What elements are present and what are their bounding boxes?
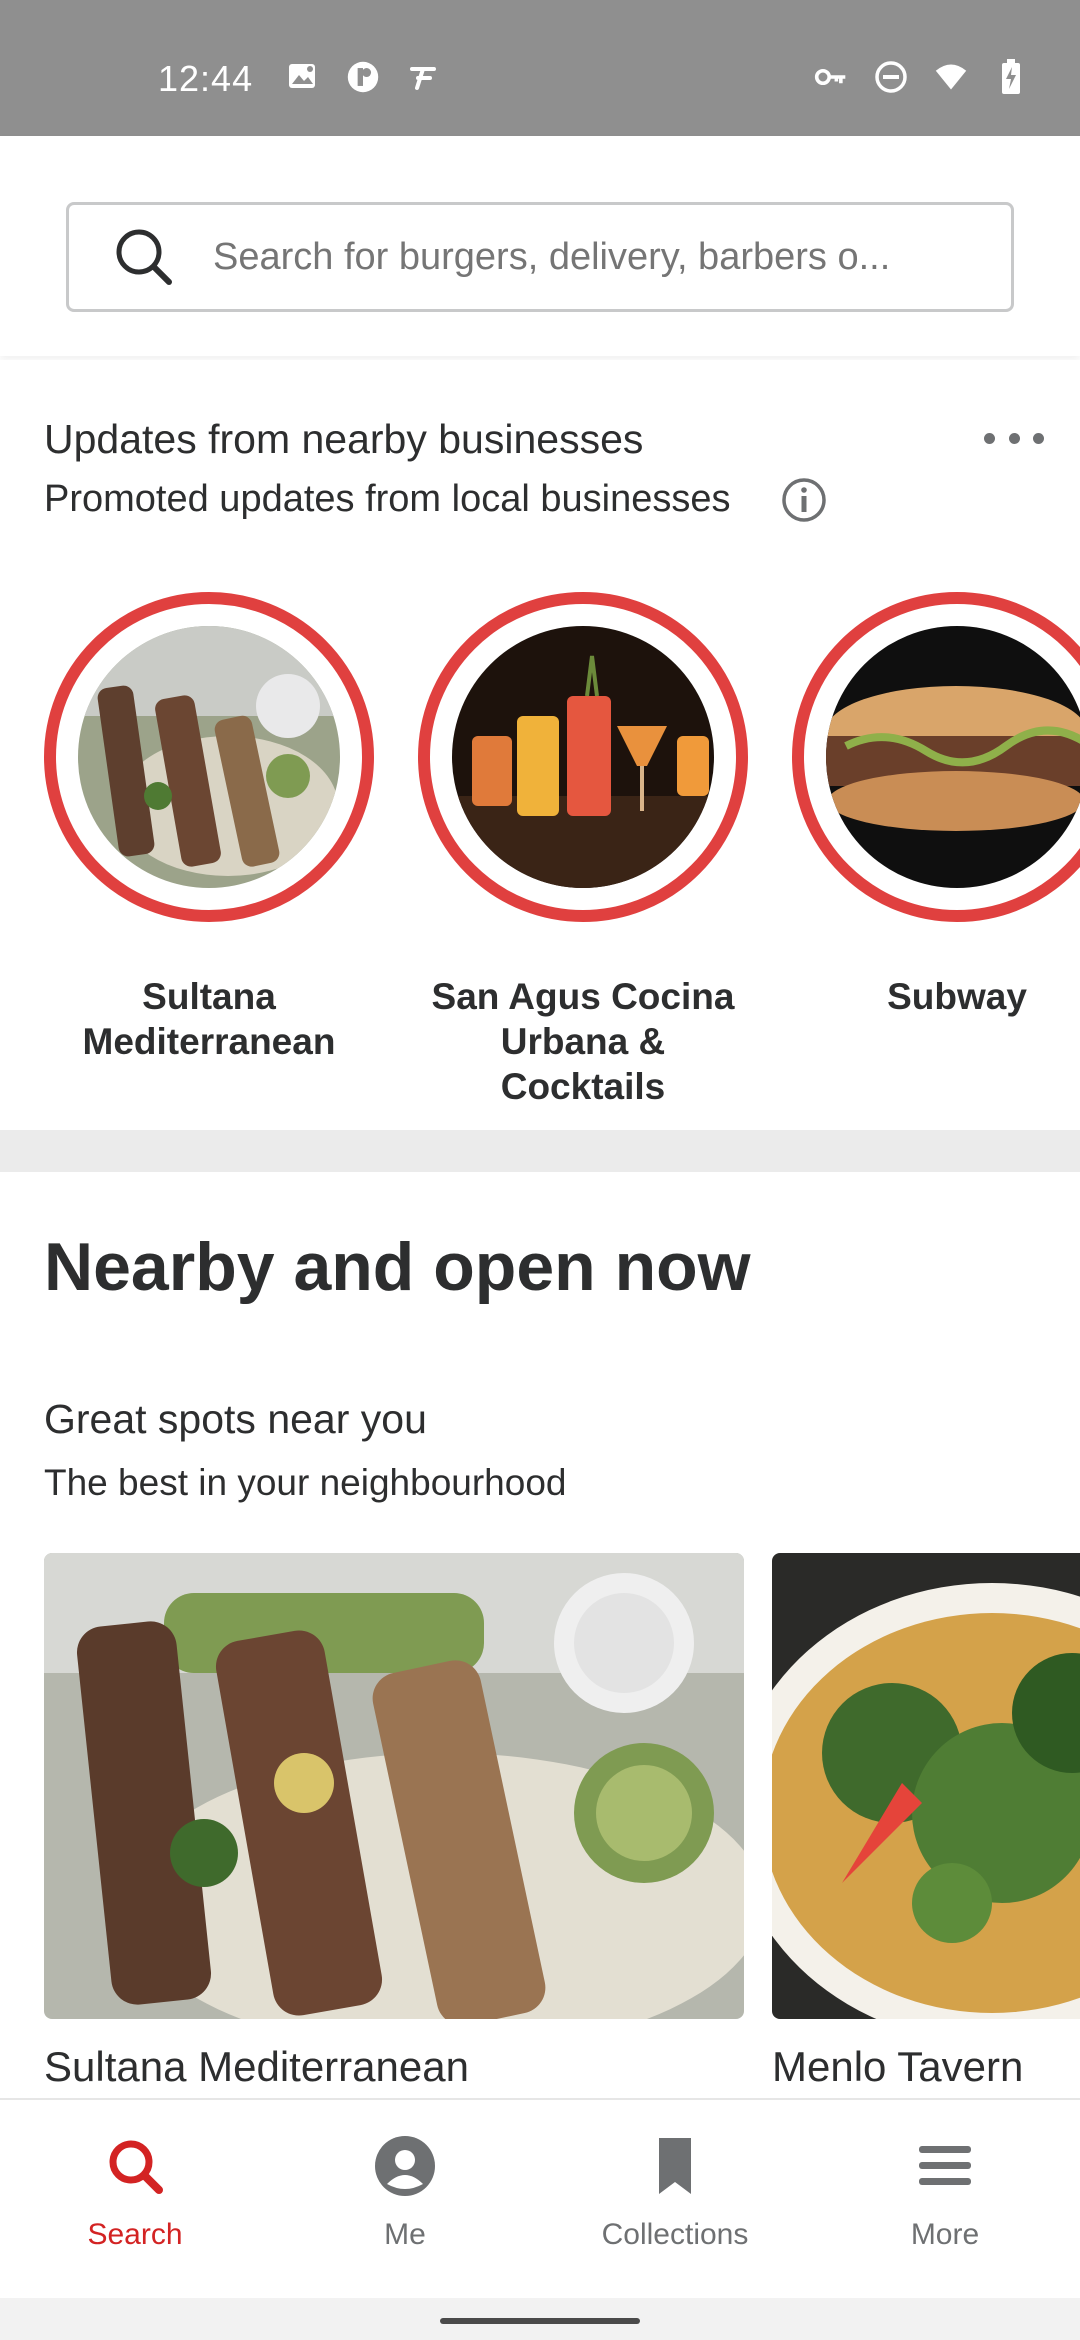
salad-photo — [772, 1553, 1080, 2019]
nav-me[interactable]: Me — [270, 2100, 540, 2298]
bookmark-icon — [643, 2134, 707, 2198]
business-name: Sultana Mediterranean — [44, 2043, 469, 2090]
search-header: Search for burgers, delivery, barbers o.… — [0, 136, 1080, 356]
sandwich-photo — [826, 626, 1080, 888]
bottom-navigation: Search Me Collections More — [0, 2098, 1080, 2298]
nearby-title: Nearby and open now — [44, 1229, 751, 1305]
info-icon[interactable] — [780, 476, 828, 524]
great-spots-title: Great spots near you — [44, 1396, 427, 1442]
status-bar: 12:44 — [0, 0, 1080, 136]
story-name: San Agus Cocina Urbana & Cocktails — [431, 976, 735, 1107]
nav-label: Search — [87, 2218, 183, 2251]
story-sultana-mediterranean[interactable]: Sultana Mediterranean — [44, 592, 374, 1064]
business-card-sultana[interactable]: Sultana Mediterranean — [44, 1553, 744, 2091]
story-name: Sultana Mediterranean — [82, 976, 336, 1062]
profile-icon — [373, 2134, 437, 2198]
search-icon — [103, 2134, 167, 2198]
search-icon — [109, 222, 179, 292]
updates-title: Updates from nearby businesses — [44, 416, 644, 462]
story-ring — [44, 592, 374, 922]
nav-label: Me — [384, 2218, 426, 2251]
nav-label: More — [910, 2218, 980, 2251]
story-name: Subway — [887, 976, 1027, 1017]
search-input[interactable]: Search for burgers, delivery, barbers o.… — [66, 202, 1014, 312]
gesture-handle[interactable] — [440, 2318, 640, 2324]
nav-search[interactable]: Search — [0, 2100, 270, 2298]
business-name: Menlo Tavern — [772, 2043, 1024, 2090]
app-badge-icon — [346, 60, 380, 94]
nav-more[interactable]: More — [810, 2100, 1080, 2298]
great-spots-subtitle: The best in your neighbourhood — [44, 1462, 567, 1503]
kebab-plate-photo — [78, 626, 340, 888]
battery-charging-icon — [994, 59, 1028, 94]
nav-collections[interactable]: Collections — [540, 2100, 810, 2298]
more-options-icon[interactable] — [984, 426, 1044, 450]
updates-section: Updates from nearby businesses Promoted … — [0, 360, 1080, 1130]
section-divider — [0, 1130, 1080, 1172]
story-ring — [792, 592, 1080, 922]
status-system-icons — [814, 59, 1028, 94]
updates-subtitle: Promoted updates from local businesses — [44, 478, 731, 520]
kebab-plate-photo — [44, 1553, 744, 2019]
nav-label: Collections — [601, 2218, 749, 2251]
status-notification-icons — [286, 60, 440, 94]
image-icon — [286, 60, 320, 94]
vpn-key-icon — [814, 60, 848, 94]
wifi-icon — [934, 60, 968, 94]
business-card-menlo-tavern[interactable]: Menlo Tavern — [772, 1553, 1080, 2091]
do-not-disturb-icon — [874, 60, 908, 94]
cocktails-photo — [452, 626, 714, 888]
story-ring — [418, 592, 748, 922]
story-subway[interactable]: Subway — [792, 592, 1080, 1019]
story-san-agus[interactable]: San Agus Cocina Urbana & Cocktails — [418, 592, 748, 1109]
search-placeholder: Search for burgers, delivery, barbers o.… — [213, 235, 891, 278]
menu-icon — [913, 2134, 977, 2198]
gesture-area — [0, 2298, 1080, 2340]
font-app-icon — [406, 60, 440, 94]
status-time: 12:44 — [158, 58, 254, 99]
